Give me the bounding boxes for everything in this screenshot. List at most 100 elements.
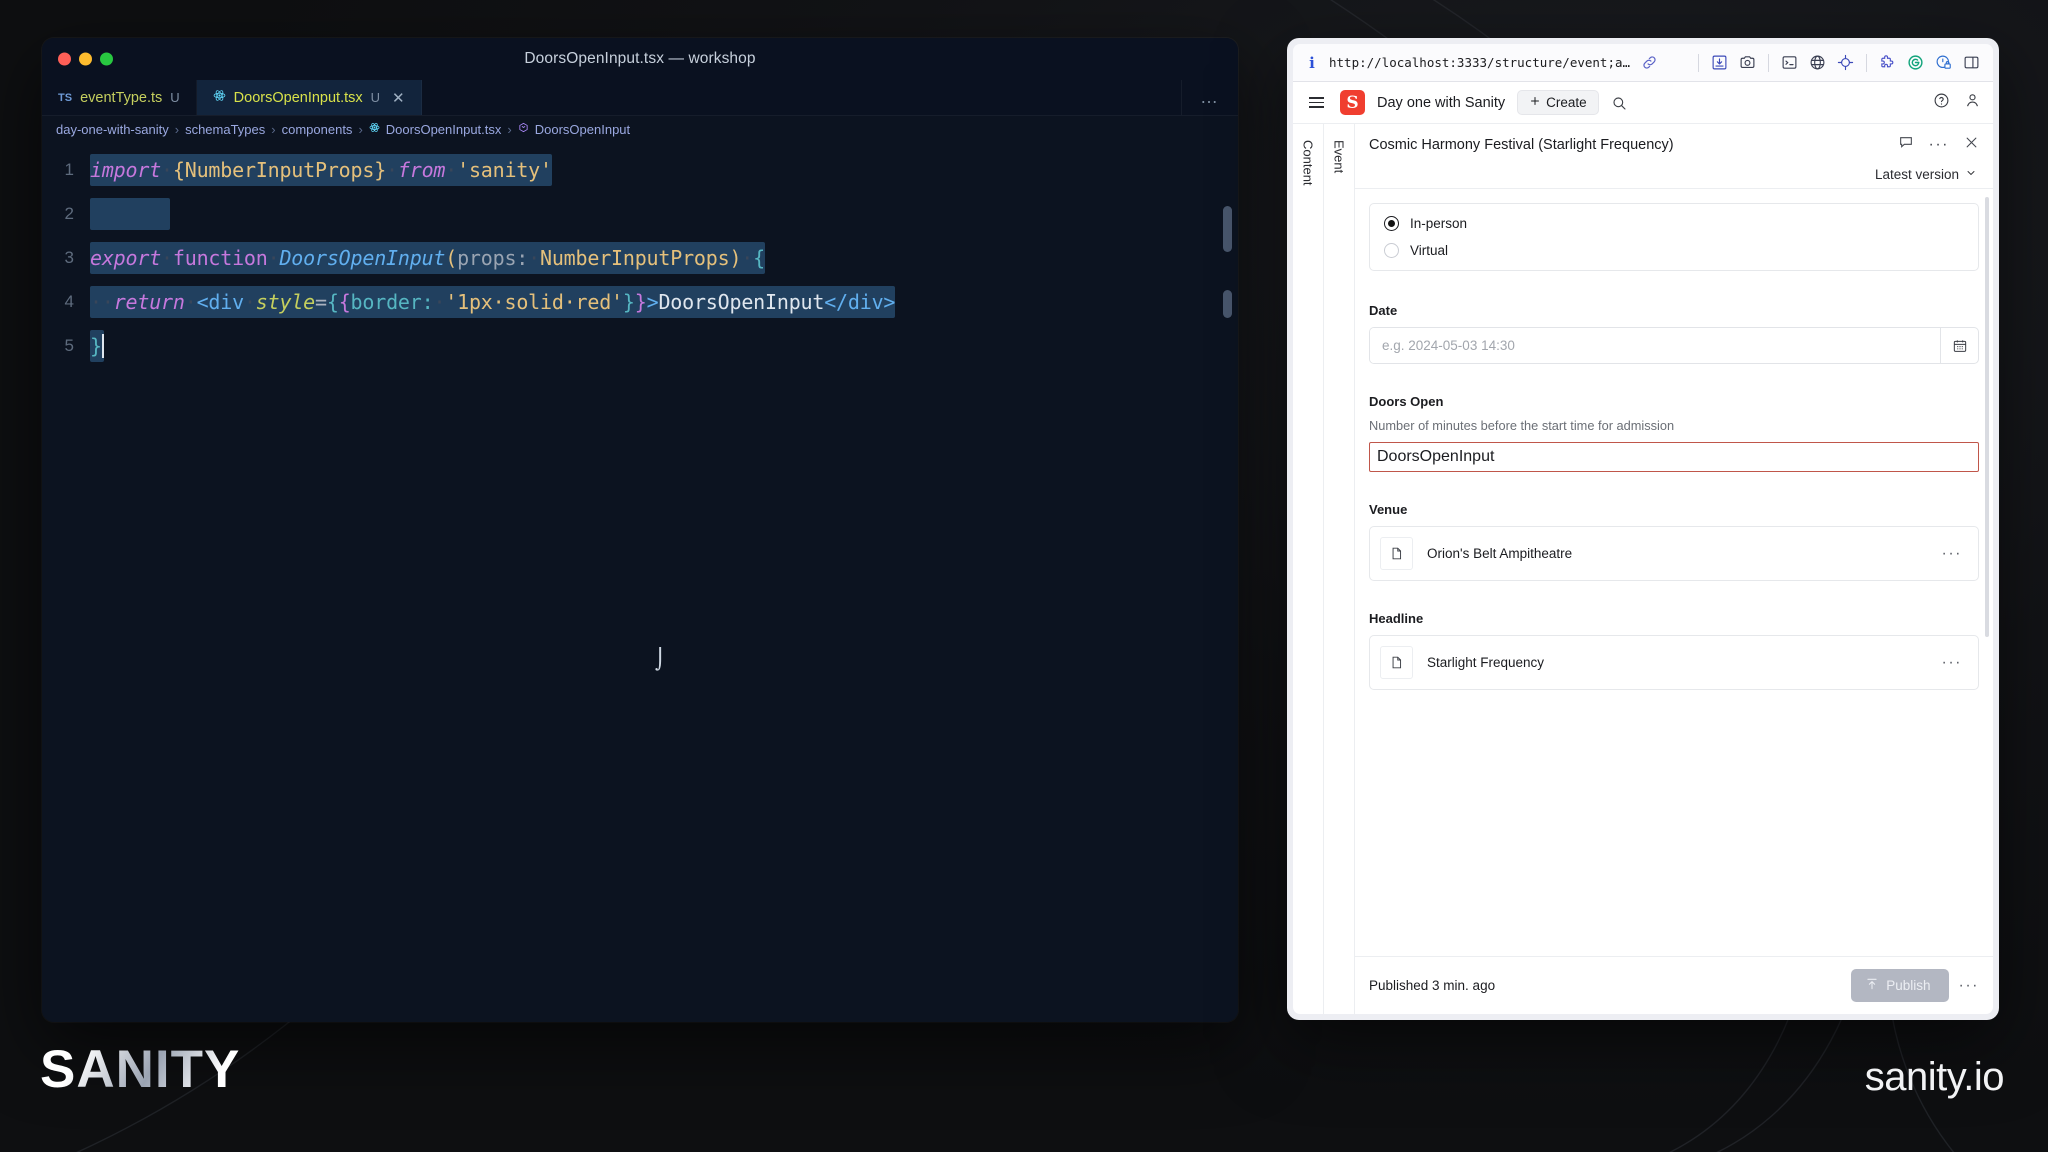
hamburger-icon[interactable] — [1305, 93, 1328, 112]
create-button-label: Create — [1546, 95, 1587, 110]
react-icon — [369, 122, 380, 136]
target-icon[interactable] — [1836, 53, 1855, 72]
studio-header: S Day one with Sanity Create — [1293, 82, 1993, 124]
comment-icon[interactable] — [1898, 134, 1914, 155]
editor-tab-status: U — [370, 90, 381, 105]
field-label: Venue — [1369, 502, 1408, 517]
more-horizontal-icon[interactable]: ··· — [1959, 977, 1979, 995]
code-line: 4 ··return·<div·style={{border:·'1px·sol… — [42, 280, 1238, 324]
code-lines: 1 import·{NumberInputProps}·from·'sanity… — [42, 142, 1238, 368]
address-bar[interactable]: http://localhost:3333/structure/event;a… — [1329, 55, 1630, 70]
close-icon[interactable]: ✕ — [392, 89, 405, 107]
maximize-window-button[interactable] — [100, 52, 113, 66]
radio-option-in-person[interactable]: In-person — [1384, 216, 1964, 231]
editor-window-title: DoorsOpenInput.tsx — workshop — [524, 50, 756, 67]
breadcrumb-item-3[interactable]: DoorsOpenInput.tsx — [386, 122, 502, 137]
pane-rail-content[interactable]: Content — [1293, 124, 1324, 1014]
scrollbar-marker-upper[interactable] — [1223, 206, 1232, 252]
grammarly-icon[interactable] — [1906, 53, 1925, 72]
code-line: 3 export·function·DoorsOpenInput(props:·… — [42, 236, 1238, 280]
editor-tabs-overflow-button[interactable]: … — [1181, 80, 1238, 115]
document-form: In-person Virtual Date e.g. 2024-05-03 1… — [1355, 188, 1993, 956]
publish-button[interactable]: Publish — [1851, 969, 1949, 1002]
window-controls[interactable] — [58, 52, 113, 66]
publish-button-label: Publish — [1886, 978, 1931, 993]
code-line: 5 } — [42, 324, 1238, 368]
date-input[interactable] — [1370, 328, 1940, 363]
radio-indicator — [1384, 216, 1399, 231]
publish-status: Published 3 min. ago — [1369, 978, 1496, 993]
close-window-button[interactable] — [58, 52, 71, 66]
document-icon — [1380, 537, 1413, 570]
close-icon[interactable] — [1964, 135, 1979, 155]
studio-main: Content Event Cosmic Harmony Festival (S… — [1293, 124, 1993, 1014]
text-caret — [101, 334, 104, 358]
minimize-window-button[interactable] — [79, 52, 92, 66]
radio-label: In-person — [1410, 216, 1468, 231]
radio-indicator — [1384, 243, 1399, 258]
sanity-studio: S Day one with Sanity Create Content Eve… — [1293, 82, 1993, 1014]
field-doors-open: Doors Open Number of minutes before the … — [1369, 394, 1979, 472]
split-view-icon[interactable] — [1962, 53, 1981, 72]
editor-tab-eventtype[interactable]: TS eventType.ts U — [42, 80, 197, 115]
save-page-icon[interactable] — [1710, 53, 1729, 72]
info-icon[interactable]: i — [1305, 54, 1319, 72]
more-horizontal-icon[interactable]: ··· — [1929, 136, 1949, 152]
version-label: Latest version — [1874, 167, 1959, 182]
browser-window: i http://localhost:3333/structure/event;… — [1287, 38, 1999, 1020]
help-circle-icon[interactable] — [1933, 92, 1950, 114]
search-icon[interactable] — [1611, 95, 1627, 111]
version-selector[interactable]: Latest version — [1369, 167, 1979, 182]
editor-tab-status: U — [170, 90, 180, 105]
field-headline: Headline Starlight Frequency ··· — [1369, 611, 1979, 690]
document-title: Cosmic Harmony Festival (Starlight Frequ… — [1369, 136, 1674, 153]
browser-extension-icons — [1696, 53, 1981, 72]
field-label: Date — [1369, 303, 1398, 318]
code-line-text: } — [90, 330, 104, 362]
editor-tab-label: eventType.ts — [80, 89, 163, 106]
screenshot-icon[interactable] — [1738, 53, 1757, 72]
calendar-icon[interactable] — [1940, 328, 1978, 363]
extension-icon[interactable] — [1878, 53, 1897, 72]
editor-tab-doorsopeninput[interactable]: DoorsOpenInput.tsx U ✕ — [196, 80, 422, 115]
link-icon[interactable] — [1640, 53, 1659, 72]
divider — [1768, 53, 1769, 72]
chevron-right-icon: › — [507, 121, 512, 137]
field-description: Number of minutes before the start time … — [1369, 418, 1675, 433]
plus-icon — [1529, 95, 1541, 110]
form-scrollbar[interactable] — [1985, 197, 1989, 637]
password-manager-icon[interactable] — [1934, 53, 1953, 72]
breadcrumb-item-4[interactable]: DoorsOpenInput — [535, 122, 630, 137]
footer-actions: Publish ··· — [1851, 969, 1979, 1002]
more-horizontal-icon[interactable]: ··· — [1942, 545, 1968, 563]
rail-label-content: Content — [1300, 140, 1316, 186]
editor-tab-label: DoorsOpenInput.tsx — [233, 89, 363, 106]
headline-reference-card[interactable]: Starlight Frequency ··· — [1369, 635, 1979, 690]
chevron-down-icon — [1965, 167, 1977, 182]
radio-label: Virtual — [1410, 243, 1449, 258]
breadcrumb-item-0[interactable]: day-one-with-sanity — [56, 122, 169, 137]
doors-open-custom-input[interactable]: DoorsOpenInput — [1369, 442, 1979, 472]
scrollbar-marker-lower[interactable] — [1223, 290, 1232, 318]
breadcrumb-item-1[interactable]: schemaTypes — [185, 122, 265, 137]
venue-reference-card[interactable]: Orion's Belt Ampitheatre ··· — [1369, 526, 1979, 581]
field-date: Date — [1369, 303, 1979, 364]
publish-arrow-icon — [1865, 977, 1879, 994]
chevron-right-icon: › — [174, 121, 180, 137]
breadcrumb: day-one-with-sanity › schemaTypes › comp… — [42, 116, 1238, 142]
create-button[interactable]: Create — [1517, 90, 1599, 115]
document-header-actions: ··· — [1898, 134, 1979, 155]
user-icon[interactable] — [1964, 92, 1981, 114]
translate-icon[interactable] — [1808, 53, 1827, 72]
radio-option-virtual[interactable]: Virtual — [1384, 243, 1964, 258]
line-number: 5 — [64, 336, 74, 355]
breadcrumb-item-2[interactable]: components — [282, 122, 353, 137]
line-number: 2 — [64, 204, 74, 223]
document-icon — [1380, 646, 1413, 679]
console-icon[interactable] — [1780, 53, 1799, 72]
editor-code-area[interactable]: 1 import·{NumberInputProps}·from·'sanity… — [42, 142, 1238, 1022]
more-horizontal-icon[interactable]: ··· — [1942, 654, 1968, 672]
sanity-logo-icon[interactable]: S — [1340, 90, 1365, 115]
pane-rail-event[interactable]: Event — [1324, 124, 1355, 1014]
studio-header-actions — [1933, 92, 1981, 114]
